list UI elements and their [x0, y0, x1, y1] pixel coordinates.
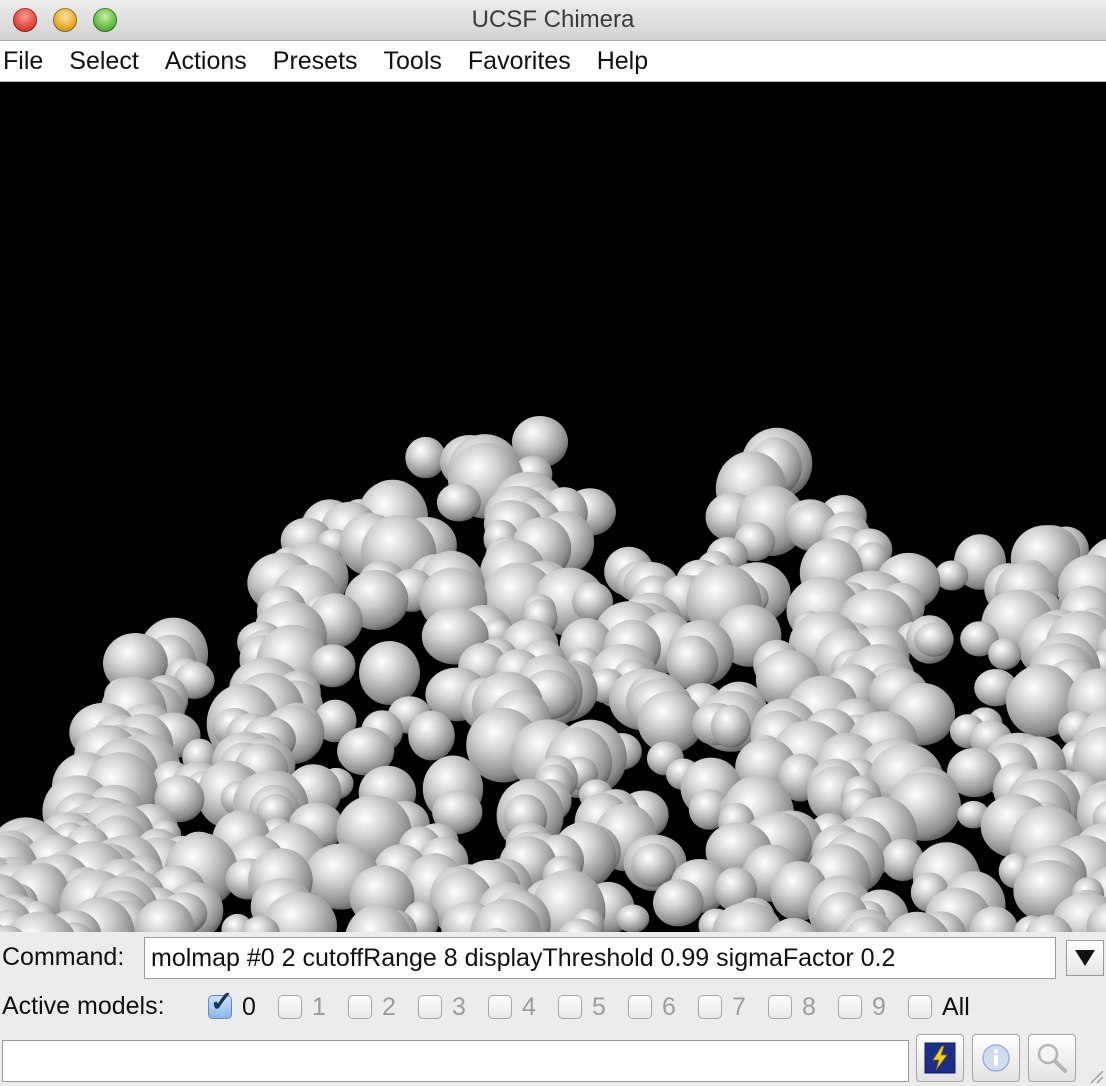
title-bar: UCSF Chimera: [0, 0, 1106, 41]
surface-lobe: [988, 638, 1022, 670]
menu-select[interactable]: Select: [56, 41, 151, 81]
model-2-toggle[interactable]: 2: [348, 990, 396, 1024]
model-2-label: 2: [382, 992, 396, 1021]
surface-lobe: [310, 644, 356, 688]
model-7-label: 7: [732, 992, 746, 1021]
model-0-checkbox[interactable]: ✓: [208, 988, 233, 1019]
model-all-label: All: [942, 992, 970, 1021]
info-icon: [982, 1044, 1010, 1072]
menu-favorites[interactable]: Favorites: [455, 41, 584, 81]
lightning-icon: [924, 1042, 956, 1074]
surface-lobe: [616, 904, 650, 932]
model-5-checkbox[interactable]: [558, 995, 582, 1019]
menu-bar: File Select Actions Presets Tools Favori…: [0, 41, 1106, 82]
model-4-label: 4: [522, 992, 536, 1021]
menu-actions[interactable]: Actions: [152, 41, 260, 81]
chevron-down-icon: [1075, 950, 1095, 966]
surface-lobe: [934, 560, 969, 591]
surface-lobe: [436, 483, 481, 522]
model-2-checkbox[interactable]: [348, 995, 372, 1019]
model-8-checkbox[interactable]: [768, 995, 792, 1019]
model-3-checkbox[interactable]: [418, 995, 442, 1019]
surface-lobe: [405, 436, 446, 479]
menu-tools[interactable]: Tools: [371, 41, 455, 81]
model-9-checkbox[interactable]: [838, 995, 862, 1019]
magnifier-icon: [1037, 1043, 1067, 1073]
model-5-label: 5: [592, 992, 606, 1021]
density-surface: [0, 416, 1106, 932]
model-0-toggle[interactable]: ✓ 0: [208, 988, 256, 1024]
command-label: Command:: [2, 943, 125, 971]
model-7-toggle[interactable]: 7: [698, 990, 746, 1024]
model-9-toggle[interactable]: 9: [838, 990, 886, 1024]
molecule-viewport[interactable]: [0, 82, 1106, 932]
info-button[interactable]: [972, 1034, 1020, 1082]
resize-grip-icon[interactable]: [1086, 1066, 1104, 1084]
surface-lobe: [653, 879, 704, 927]
search-button[interactable]: [1028, 1034, 1076, 1082]
model-4-toggle[interactable]: 4: [488, 990, 536, 1024]
menu-help[interactable]: Help: [584, 41, 661, 81]
surface-lobe: [359, 641, 420, 705]
model-8-label: 8: [802, 992, 816, 1021]
window-title: UCSF Chimera: [471, 6, 635, 33]
menu-file[interactable]: File: [0, 41, 56, 81]
model-3-label: 3: [452, 992, 466, 1021]
model-all-toggle[interactable]: All: [908, 990, 970, 1024]
command-input[interactable]: [144, 937, 1056, 979]
active-models-label: Active models:: [2, 992, 165, 1020]
surface-lobe: [914, 622, 954, 657]
model-1-label: 1: [312, 992, 326, 1021]
model-9-label: 9: [872, 992, 886, 1021]
model-1-toggle[interactable]: 1: [278, 990, 326, 1024]
surface-lobe: [630, 843, 677, 887]
model-6-label: 6: [662, 992, 676, 1021]
model-5-toggle[interactable]: 5: [558, 990, 606, 1024]
model-1-checkbox[interactable]: [278, 995, 302, 1019]
model-6-toggle[interactable]: 6: [628, 990, 676, 1024]
model-7-checkbox[interactable]: [698, 995, 722, 1019]
status-input[interactable]: [2, 1040, 909, 1082]
model-6-checkbox[interactable]: [628, 995, 652, 1019]
model-8-toggle[interactable]: 8: [768, 990, 816, 1024]
menu-presets[interactable]: Presets: [260, 41, 371, 81]
model-3-toggle[interactable]: 3: [418, 990, 466, 1024]
command-history-dropdown[interactable]: [1066, 940, 1104, 976]
surface-lobe: [408, 710, 455, 761]
model-4-checkbox[interactable]: [488, 995, 512, 1019]
surface-lobe: [710, 705, 752, 748]
quick-command-button[interactable]: [916, 1034, 964, 1082]
checkmark-icon: ✓: [210, 986, 234, 1017]
model-all-checkbox[interactable]: [908, 995, 932, 1019]
model-0-label: 0: [242, 992, 256, 1021]
